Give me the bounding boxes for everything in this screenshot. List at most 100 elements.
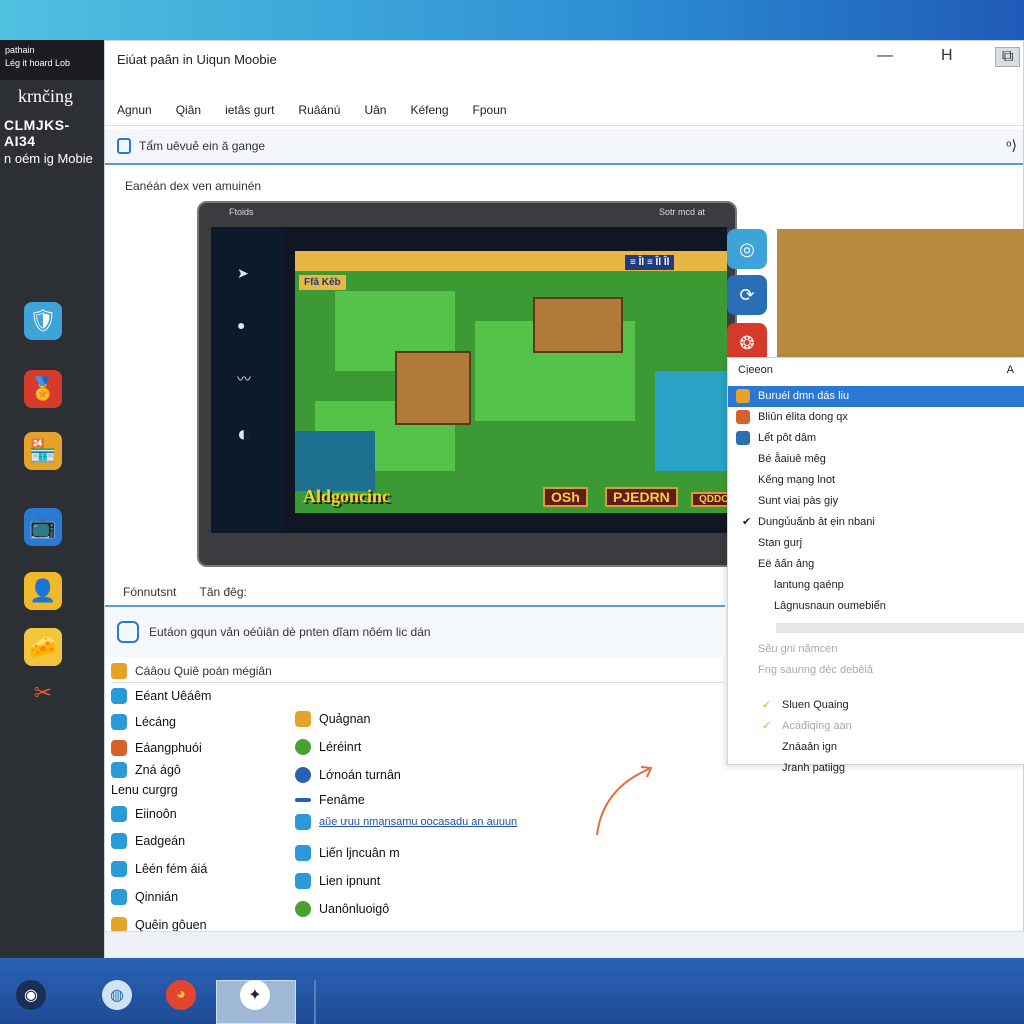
- dropdown-item[interactable]: Fng saunng déc debêiả: [728, 660, 1024, 681]
- dropdown-item[interactable]: Kếng mạng lnot: [728, 470, 1024, 491]
- sidebar-top-line2[interactable]: Lég it hoard Lob: [5, 57, 99, 70]
- maximize-button[interactable]: H: [941, 47, 953, 65]
- item-icon: [111, 833, 127, 849]
- dropdown-item[interactable]: ✓ Acáđiqing aan: [728, 716, 1024, 737]
- game-thumbnail[interactable]: [777, 229, 1024, 363]
- item-icon: [295, 798, 311, 802]
- item-icon: [111, 889, 127, 905]
- info-label-2: Tăn đêg:: [199, 585, 247, 599]
- game-button-3[interactable]: QDDO: [691, 492, 727, 507]
- dropdown-item[interactable]: Sẽu gni nămcen: [728, 639, 1024, 660]
- game-button-1[interactable]: OSh: [543, 487, 588, 507]
- list-item[interactable]: Uanônluoigô: [295, 895, 555, 923]
- avatar-icon[interactable]: 👤: [24, 572, 62, 610]
- product-subtitle: n oém ig Mobie: [4, 151, 93, 166]
- dropdown-item[interactable]: Lâgnusnaun oumebiển: [728, 596, 1024, 617]
- toolbar: Tẩm uêvuẻ ein ă gange ᵒ⟩: [105, 129, 1023, 165]
- list-item[interactable]: Lien ipnunt: [295, 867, 555, 895]
- window-title: Eiúat paân in Uiqun Moobie: [117, 51, 277, 67]
- list-item[interactable]: Eadgeán: [111, 827, 281, 855]
- list-item[interactable]: aŭe ưuu nmạnsamu oocasadu an auuun: [295, 811, 555, 833]
- game-app-icon[interactable]: ✦: [240, 980, 270, 1010]
- dropdown-item[interactable]: Znáaản ign: [728, 737, 1024, 758]
- cheese-icon[interactable]: 🧀: [24, 628, 62, 666]
- product-code: CLMJKS-AI34: [4, 117, 70, 149]
- list-link[interactable]: aŭe ưuu nmạnsamu oocasadu an auuun: [319, 816, 517, 828]
- folder-icon: [111, 662, 127, 679]
- device-icon[interactable]: [117, 138, 131, 154]
- shield-icon[interactable]: 🛡: [24, 302, 62, 340]
- bird-icon[interactable]: ➤: [237, 265, 255, 281]
- item-icon: [295, 767, 311, 783]
- circle-icon[interactable]: ●: [237, 317, 255, 333]
- game-button-2[interactable]: PJEDRN: [605, 487, 678, 507]
- list-item[interactable]: Zná ágô: [111, 761, 281, 779]
- taskbar-separator: [314, 980, 316, 1024]
- tablet-status-bar: Ftoids Sotr mcd at: [199, 203, 735, 223]
- dropdown-header-icon[interactable]: A: [1007, 364, 1014, 380]
- dropdown-item[interactable]: Lểt pôt dâm: [728, 428, 1024, 449]
- menu-item-5[interactable]: Uân: [352, 97, 398, 123]
- list-item[interactable]: Lécáng: [111, 709, 281, 735]
- list-item[interactable]: Lêén fém áiá: [111, 855, 281, 883]
- checkmark-icon: ✓: [762, 699, 772, 711]
- list-item[interactable]: Quảgnan: [295, 705, 555, 733]
- item-icon: [295, 814, 311, 830]
- tablet-bar-left: Ftoids: [229, 207, 254, 217]
- wave-icon[interactable]: 〰: [237, 369, 255, 387]
- menu-item-3[interactable]: ietâs gurt: [213, 97, 286, 123]
- list-item[interactable]: Liến ljncuân m: [295, 839, 555, 867]
- item-icon: [111, 714, 127, 730]
- chrome-icon[interactable]: ◕: [166, 980, 196, 1010]
- list-item[interactable]: Eáangphuói: [111, 735, 281, 761]
- dropdown-item[interactable]: Stan gurj: [728, 533, 1024, 554]
- butterfly-icon[interactable]: ✂: [24, 674, 62, 712]
- dropdown-item[interactable]: Jranh patiigg: [728, 758, 1024, 779]
- game-building[interactable]: [533, 297, 623, 353]
- toolbar-right-icon[interactable]: ᵒ⟩: [1006, 137, 1017, 154]
- list-item[interactable]: Léréinrt: [295, 733, 555, 761]
- refresh-icon[interactable]: ⟳: [727, 275, 767, 315]
- game-left-tag: Ffâ Kêb: [299, 275, 346, 290]
- list-item[interactable]: Qinnián: [111, 883, 281, 911]
- menu-item-2[interactable]: Qiân: [164, 97, 213, 123]
- item-icon: [295, 873, 311, 889]
- chat-icon[interactable]: ◐: [237, 421, 255, 446]
- badge-icon[interactable]: 🏅: [24, 370, 62, 408]
- game-building[interactable]: [395, 351, 471, 425]
- item-icon: [295, 739, 311, 755]
- dropdown-item[interactable]: Sunt viaị pàs gịy: [728, 491, 1024, 512]
- restore-button[interactable]: ⧉: [995, 47, 1021, 67]
- list-item[interactable]: Eiinoôn: [111, 801, 281, 827]
- list-header-label: Cáâou Quiê poán mégiân: [135, 663, 272, 678]
- tv-icon[interactable]: 📺: [24, 508, 62, 546]
- menu-item-7[interactable]: Fpoun: [461, 97, 519, 123]
- tablet-screen[interactable]: ➤ ● 〰 ◐ ≡ Îl ≡ Îl Îl Ffâ Kêb Aldgoncinc …: [211, 227, 727, 533]
- item-icon: [111, 740, 127, 756]
- list-item[interactable]: Lenu curgrg: [111, 779, 281, 801]
- checkmark-icon: ✓: [762, 720, 772, 732]
- dropdown-item[interactable]: Bé ẵaiuê mêg: [728, 449, 1024, 470]
- list-item[interactable]: Lớnoán turnân: [295, 761, 555, 789]
- dropdown-item[interactable]: lantung qaénp: [728, 575, 1024, 596]
- toolbar-label: Tẩm uêvuẻ ein ă gange: [139, 139, 266, 153]
- shop-icon[interactable]: 🏪: [24, 432, 62, 470]
- dropdown-item[interactable]: ✓ Sluen Quaing: [728, 695, 1024, 716]
- info-labels: Fónnutsnt Tăn đêg:: [123, 585, 267, 599]
- edge-icon[interactable]: ◉: [16, 980, 46, 1010]
- game-view[interactable]: ≡ Îl ≡ Îl Îl Ffâ Kêb Aldgoncinc OSh PJED…: [295, 251, 727, 513]
- feedback-icon[interactable]: ◎: [727, 229, 767, 269]
- dropdown-item[interactable]: Bliûn élita dong qx: [728, 407, 1024, 428]
- menu-item-1[interactable]: Agnun: [105, 97, 164, 123]
- list-item[interactable]: Fenâme: [295, 789, 555, 811]
- list-item[interactable]: Eéant Uêáêm: [111, 683, 281, 709]
- minimize-button[interactable]: —: [877, 47, 893, 65]
- menu-bar: Agnun Qiân ietâs gurt Ruâánú Uân Kéfeng …: [105, 97, 1023, 123]
- status-text: Eutáon gqun vản oéủiân dè pnten dĩam nôé…: [149, 625, 431, 639]
- browser-icon[interactable]: ◍: [102, 980, 132, 1010]
- menu-item-6[interactable]: Kéfeng: [398, 97, 460, 123]
- dropdown-item[interactable]: ✔ Dungủuấnb ảt ẹin nbani: [728, 512, 1024, 533]
- menu-item-4[interactable]: Ruâánú: [286, 97, 352, 123]
- dropdown-item[interactable]: Eë ảấn ảng: [728, 554, 1024, 575]
- dropdown-item[interactable]: Buruél dmn dás liu: [728, 386, 1024, 407]
